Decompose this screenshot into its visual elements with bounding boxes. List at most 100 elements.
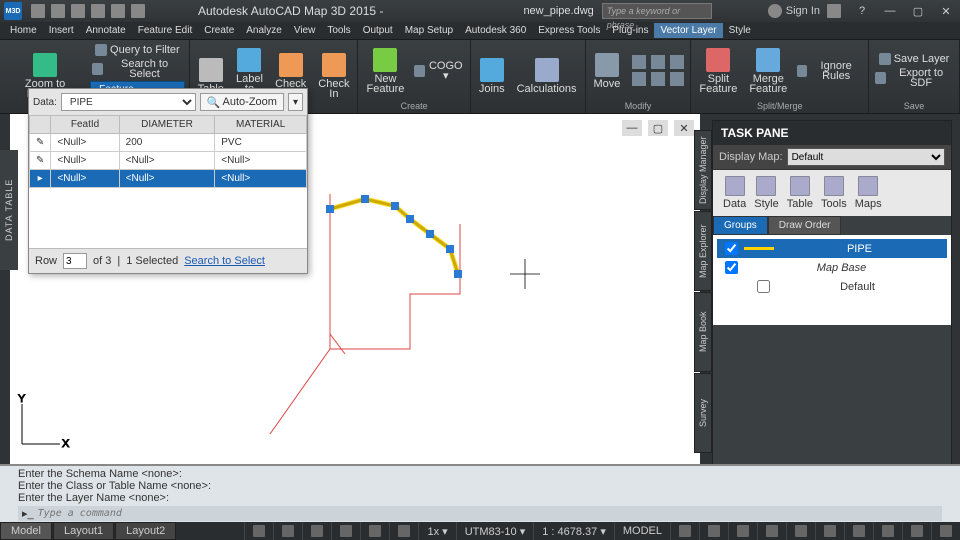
layout-tab[interactable]: Layout2 [115,522,176,540]
search-to-select-link[interactable]: Search to Select [184,255,265,267]
status-icon[interactable] [853,525,865,537]
data-table-tab[interactable]: DATA TABLE [0,150,18,270]
task-pane-side-tab[interactable]: Map Explorer [694,211,712,291]
task-pane-side-tab[interactable]: Survey [694,373,712,453]
qat-icon[interactable] [131,4,145,18]
status-icon[interactable] [398,525,410,537]
status-segment[interactable]: UTM83-10 ▾ [456,522,534,540]
ribbon-tab-style[interactable]: Style [723,23,757,38]
ribbon-button[interactable]: NewFeature [362,46,408,96]
qat-icon[interactable] [91,4,105,18]
exchange-icon[interactable] [827,4,841,18]
ribbon-button[interactable]: CheckIn [314,51,353,101]
ribbon-button[interactable]: MergeFeature [745,46,791,96]
ribbon-tab-view[interactable]: View [288,23,322,38]
ribbon-button[interactable]: Calculations [513,56,581,96]
ribbon-button[interactable]: Ignore Rules [795,60,864,82]
command-input[interactable] [38,508,938,519]
ribbon-button[interactable]: Search to Select [90,58,184,80]
status-icon[interactable] [766,525,778,537]
layer-tab[interactable]: Groups [713,216,768,235]
status-segment[interactable]: MODEL [614,522,670,540]
ribbon-tab-tools[interactable]: Tools [321,23,356,38]
qat-icon[interactable] [31,4,45,18]
column-header[interactable]: FeatId [51,116,119,134]
ribbon-tab-insert[interactable]: Insert [43,23,80,38]
ribbon-tab-vector-layer[interactable]: Vector Layer [654,23,722,38]
layer-row[interactable]: Default [717,277,947,296]
layer-checkbox[interactable] [725,242,738,255]
status-icon[interactable] [311,525,323,537]
status-icon[interactable] [737,525,749,537]
ribbon-button[interactable]: Export to SDF [873,67,955,89]
status-icon[interactable] [253,525,265,537]
ribbon-tab-map-setup[interactable]: Map Setup [399,23,459,38]
layer-row[interactable]: PIPE [717,239,947,258]
status-icon[interactable] [340,525,352,537]
status-icon[interactable] [940,525,952,537]
qat-icon[interactable] [111,4,125,18]
table-row[interactable]: ▸<Null><Null><Null> [30,170,307,188]
ribbon-small-button[interactable] [651,72,665,86]
user-icon[interactable] [768,4,782,18]
table-row[interactable]: ✎<Null>200PVC [30,134,307,152]
status-icon[interactable] [708,525,720,537]
qat-icon[interactable] [71,4,85,18]
task-tool-table[interactable]: Table [787,176,813,210]
task-tool-maps[interactable]: Maps [855,176,882,210]
signin-button[interactable]: Sign In [786,5,820,17]
help-icon[interactable]: ? [852,3,872,19]
viewport-max-icon[interactable]: ▢ [648,120,668,136]
status-icon[interactable] [824,525,836,537]
data-table-menu-icon[interactable]: ▾ [288,93,303,111]
layer-tab[interactable]: Draw Order [768,216,842,235]
ribbon-small-button[interactable] [632,55,646,69]
ribbon-button[interactable]: SplitFeature [695,46,741,96]
ribbon-button[interactable]: Query to Filter [90,43,184,57]
status-segment[interactable]: 1 : 4678.37 ▾ [533,522,614,540]
autozoom-button[interactable]: 🔍Auto-Zoom [200,93,284,111]
layer-checkbox[interactable] [757,280,770,293]
ribbon-tab-create[interactable]: Create [198,23,240,38]
maximize-button[interactable]: ▢ [908,3,928,19]
layout-tab[interactable]: Model [0,522,52,540]
task-tool-style[interactable]: Style [754,176,778,210]
ribbon-button[interactable]: Joins [475,56,509,96]
qat-icon[interactable] [51,4,65,18]
ribbon-tab-output[interactable]: Output [357,23,399,38]
table-row[interactable]: ✎<Null><Null><Null> [30,152,307,170]
ribbon-tab-express-tools[interactable]: Express Tools [532,23,606,38]
ribbon-button[interactable]: COGO ▾ [412,60,465,82]
ribbon-small-button[interactable] [632,72,646,86]
task-tool-data[interactable]: Data [723,176,746,210]
status-icon[interactable] [795,525,807,537]
row-index-input[interactable] [63,253,87,269]
layer-row[interactable]: Map Base [717,258,947,277]
close-button[interactable]: ✕ [936,3,956,19]
status-icon[interactable] [369,525,381,537]
status-segment[interactable]: 1x ▾ [418,522,455,540]
data-source-select[interactable]: PIPE [61,93,196,111]
task-tool-tools[interactable]: Tools [821,176,847,210]
ribbon-small-button[interactable] [651,55,665,69]
ribbon-tab-home[interactable]: Home [4,23,43,38]
viewport-close-icon[interactable]: ✕ [674,120,694,136]
column-header[interactable]: DIAMETER [119,116,215,134]
ribbon-tab-analyze[interactable]: Analyze [240,23,288,38]
data-grid[interactable]: FeatIdDIAMETERMATERIAL ✎<Null>200PVC✎<Nu… [29,115,307,188]
ribbon-tab-annotate[interactable]: Annotate [80,23,132,38]
minimize-button[interactable]: — [880,3,900,19]
help-search-input[interactable]: Type a keyword or phrase [602,3,712,19]
layout-tab[interactable]: Layout1 [53,522,114,540]
task-pane-side-tab[interactable]: Map Book [694,292,712,372]
status-icon[interactable] [911,525,923,537]
ribbon-small-button[interactable] [670,72,684,86]
column-header[interactable] [30,116,51,134]
ribbon-tab-plug-ins[interactable]: Plug-ins [606,23,654,38]
viewport-min-icon[interactable]: — [622,120,642,136]
ribbon-tab-autodesk-360[interactable]: Autodesk 360 [459,23,532,38]
status-icon[interactable] [679,525,691,537]
status-icon[interactable] [882,525,894,537]
ribbon-small-button[interactable] [670,55,684,69]
task-pane-side-tab[interactable]: Display Manager [694,130,712,210]
